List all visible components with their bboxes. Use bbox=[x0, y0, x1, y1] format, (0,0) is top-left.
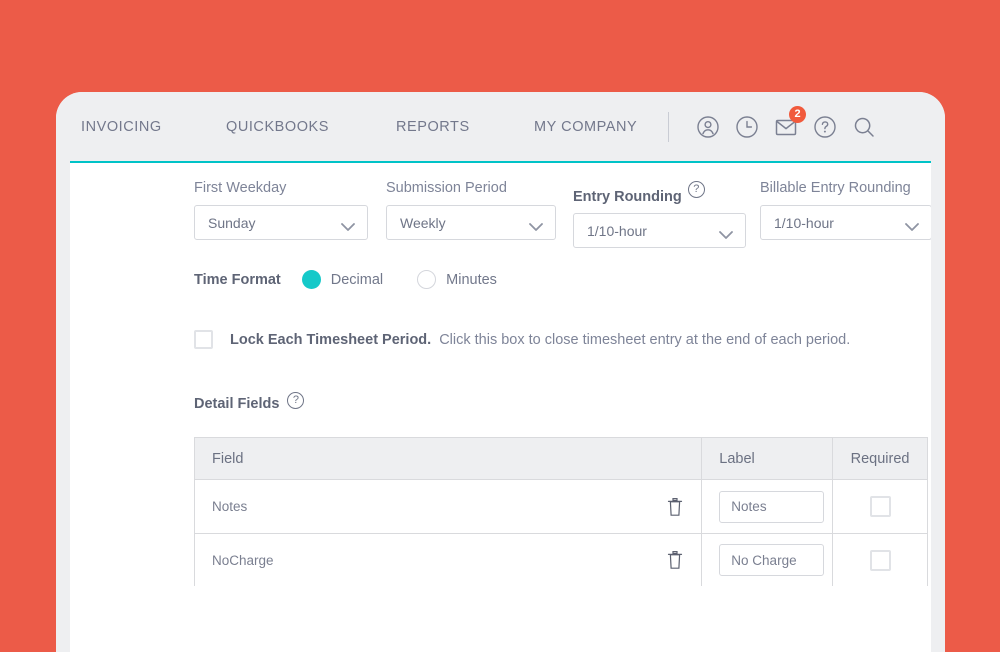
help-icon[interactable]: ? bbox=[687, 181, 705, 198]
entry-rounding-label-row: Entry Rounding ? bbox=[573, 181, 746, 205]
detail-fields-title: Detail Fields bbox=[194, 396, 280, 412]
nav-divider bbox=[668, 111, 669, 142]
column-header-field: Field bbox=[195, 438, 703, 479]
submission-period-label: Submission Period bbox=[386, 180, 507, 196]
time-format-row: Time Format Decimal Minutes bbox=[194, 270, 531, 289]
column-header-field-label: Field bbox=[212, 450, 244, 467]
table-header-row: Field Label Required bbox=[195, 438, 927, 480]
lock-timesheet-period-row: Lock Each Timesheet Period. Click this b… bbox=[194, 330, 850, 349]
time-format-label: Time Format bbox=[194, 271, 281, 288]
row-label-input[interactable]: No Charge bbox=[719, 544, 825, 576]
row-field-name: Notes bbox=[212, 499, 248, 514]
settings-content-panel: First Weekday Sunday Submission Period W… bbox=[70, 161, 931, 652]
chevron-down-icon bbox=[905, 219, 919, 237]
lock-timesheet-period-checkbox[interactable] bbox=[194, 330, 213, 349]
column-header-label: Label bbox=[702, 438, 834, 479]
row-required-cell bbox=[833, 534, 927, 586]
nav-link-reports[interactable]: REPORTS bbox=[396, 113, 534, 141]
help-icon[interactable]: ? bbox=[287, 392, 305, 409]
row-required-checkbox[interactable] bbox=[869, 549, 891, 571]
timesheet-settings-row: First Weekday Sunday Submission Period W… bbox=[70, 163, 931, 253]
nav-link-quickbooks[interactable]: QUICKBOOKS bbox=[226, 113, 396, 141]
time-format-option-minutes[interactable]: Minutes bbox=[417, 270, 497, 289]
column-header-required-label: Required bbox=[850, 450, 910, 467]
nav-link-invoicing[interactable]: INVOICING bbox=[81, 113, 226, 141]
clock-icon[interactable] bbox=[734, 114, 760, 140]
row-field-name: NoCharge bbox=[212, 552, 274, 568]
entry-rounding-field: Entry Rounding ? 1/10-hour bbox=[573, 181, 746, 248]
lock-timesheet-period-hint: Click this box to close timesheet entry … bbox=[439, 331, 851, 348]
submission-period-field: Submission Period Weekly bbox=[386, 180, 556, 240]
entry-rounding-select[interactable]: 1/10-hour bbox=[573, 213, 746, 248]
chevron-down-icon bbox=[341, 219, 355, 237]
delete-row-icon[interactable] bbox=[667, 550, 683, 575]
billable-entry-rounding-select[interactable]: 1/10-hour bbox=[760, 205, 931, 240]
first-weekday-label: First Weekday bbox=[194, 180, 287, 196]
radio-selected-icon bbox=[301, 270, 321, 289]
detail-fields-table: Field Label Required Notes Notes NoCharg… bbox=[194, 437, 928, 586]
row-label-cell: No Charge bbox=[702, 534, 834, 586]
mail-icon[interactable]: 2 bbox=[773, 105, 806, 140]
search-icon[interactable] bbox=[851, 114, 877, 140]
nav-icon-group: 2 bbox=[695, 105, 877, 140]
nav-links: INVOICING QUICKBOOKS REPORTS MY COMPANY bbox=[81, 113, 654, 141]
user-account-icon[interactable] bbox=[695, 114, 721, 140]
app-card: INVOICING QUICKBOOKS REPORTS MY COMPANY bbox=[56, 92, 945, 652]
entry-rounding-label: Entry Rounding bbox=[573, 188, 682, 205]
help-icon[interactable] bbox=[812, 114, 838, 140]
delete-row-icon[interactable] bbox=[667, 497, 683, 522]
chevron-down-icon bbox=[719, 227, 733, 245]
entry-rounding-value: 1/10-hour bbox=[587, 222, 647, 239]
billable-entry-rounding-label: Billable Entry Rounding bbox=[760, 180, 911, 196]
mail-unread-badge: 2 bbox=[789, 105, 806, 123]
row-field-cell: NoCharge bbox=[195, 534, 703, 586]
row-label-cell: Notes bbox=[702, 480, 834, 533]
row-label-input[interactable]: Notes bbox=[719, 490, 825, 523]
top-navigation-bar: INVOICING QUICKBOOKS REPORTS MY COMPANY bbox=[56, 92, 945, 161]
submission-period-select[interactable]: Weekly bbox=[386, 205, 556, 240]
column-header-label-label: Label bbox=[719, 450, 755, 467]
first-weekday-value: Sunday bbox=[208, 214, 256, 231]
time-format-option-minutes-label: Minutes bbox=[446, 271, 497, 288]
column-header-required: Required bbox=[833, 438, 927, 479]
time-format-option-decimal[interactable]: Decimal bbox=[301, 270, 384, 289]
row-required-cell bbox=[833, 480, 927, 533]
first-weekday-field: First Weekday Sunday bbox=[194, 180, 368, 240]
radio-unselected-icon bbox=[417, 270, 437, 289]
table-row: Notes Notes bbox=[195, 480, 927, 533]
submission-period-value: Weekly bbox=[400, 214, 446, 231]
chevron-down-icon bbox=[529, 219, 543, 237]
row-required-checkbox[interactable] bbox=[869, 496, 891, 517]
time-format-option-decimal-label: Decimal bbox=[330, 271, 384, 288]
lock-timesheet-period-label: Lock Each Timesheet Period. bbox=[230, 331, 432, 348]
row-field-cell: Notes bbox=[195, 480, 703, 533]
billable-entry-rounding-field: Billable Entry Rounding 1/10-hour bbox=[760, 180, 931, 240]
detail-fields-heading: Detail Fields ? bbox=[194, 392, 305, 413]
billable-entry-rounding-value: 1/10-hour bbox=[774, 214, 834, 231]
table-row: NoCharge No Charge bbox=[195, 533, 927, 586]
first-weekday-select[interactable]: Sunday bbox=[194, 205, 368, 240]
nav-link-my-company[interactable]: MY COMPANY bbox=[534, 113, 654, 141]
